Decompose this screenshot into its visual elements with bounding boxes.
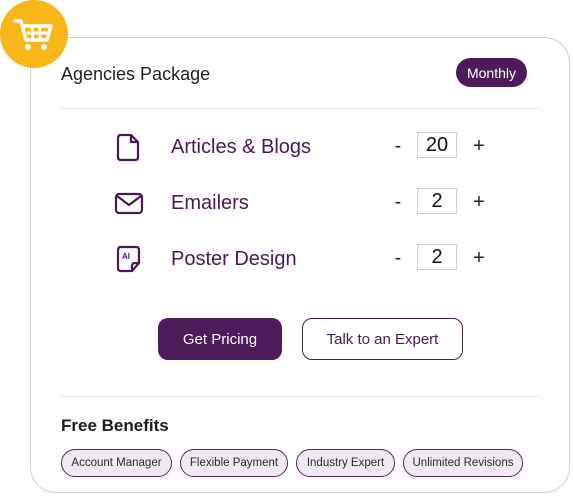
talk-to-expert-button[interactable]: Talk to an Expert — [302, 318, 463, 360]
service-row-poster: AI Poster Design - + — [111, 242, 491, 276]
service-row-articles: Articles & Blogs - + — [111, 130, 491, 164]
document-icon — [111, 130, 145, 164]
package-title: Agencies Package — [61, 64, 211, 84]
benefit-chip: Unlimited Revisions — [403, 449, 523, 477]
benefit-chip: Account Manager — [61, 449, 172, 477]
service-label: Emailers — [171, 192, 249, 214]
decrease-quantity-button[interactable]: - — [388, 190, 408, 214]
service-label: Poster Design — [171, 248, 297, 270]
svg-text:AI: AI — [122, 252, 130, 261]
decrease-quantity-button[interactable]: - — [388, 134, 408, 158]
decrease-quantity-button[interactable]: - — [388, 246, 408, 270]
quantity-input[interactable] — [417, 132, 457, 158]
pricing-widget: Agencies Package Monthly Articles & Blog… — [0, 0, 573, 497]
service-label: Articles & Blogs — [171, 136, 312, 158]
increase-quantity-button[interactable]: + — [469, 190, 489, 214]
get-pricing-button[interactable]: Get Pricing — [158, 318, 282, 360]
ai-file-icon: AI — [111, 242, 145, 276]
cart-badge[interactable] — [0, 0, 68, 68]
divider — [61, 108, 541, 109]
increase-quantity-button[interactable]: + — [469, 134, 489, 158]
package-card: Agencies Package Monthly Articles & Blog… — [30, 37, 570, 493]
envelope-icon — [111, 186, 145, 220]
shopping-cart-icon — [13, 19, 53, 50]
increase-quantity-button[interactable]: + — [469, 246, 489, 270]
quantity-input[interactable] — [417, 188, 457, 214]
quantity-input[interactable] — [417, 244, 457, 270]
benefits-title: Free Benefits — [61, 416, 169, 435]
billing-period-toggle[interactable]: Monthly — [456, 58, 527, 87]
benefit-chip: Industry Expert — [296, 449, 395, 477]
service-row-emailers: Emailers - + — [111, 186, 491, 220]
benefit-chip: Flexible Payment — [180, 449, 288, 477]
divider — [61, 396, 541, 397]
